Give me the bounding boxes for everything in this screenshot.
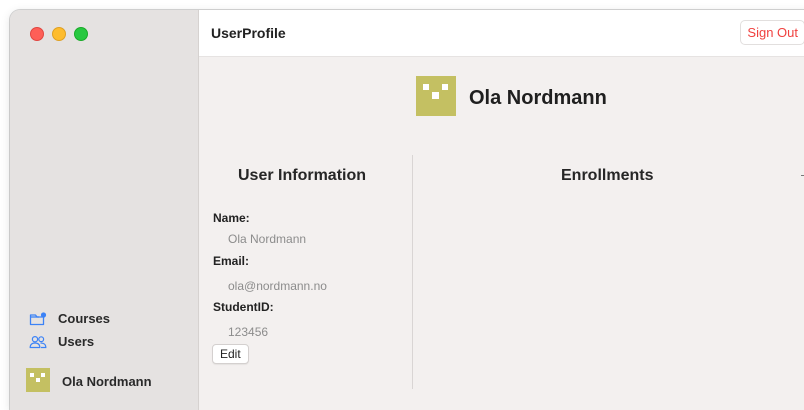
window-controls	[30, 27, 88, 41]
profile-header: Ola Nordmann	[416, 76, 607, 121]
sidebar-item-courses[interactable]: Courses	[28, 311, 110, 326]
sidebar-item-label: Courses	[58, 311, 111, 326]
close-window-button[interactable]	[30, 27, 44, 41]
sidebar-item-label: Users	[58, 334, 95, 349]
sign-out-button[interactable]: Sign Out	[740, 20, 804, 45]
sidebar-current-user[interactable]: Ola Nordmann	[26, 368, 152, 395]
profile-name: Ola Nordmann	[469, 87, 607, 109]
enrollments-title: Enrollments	[561, 167, 654, 184]
column-divider	[412, 155, 413, 389]
sidebar-user-name: Ola Nordmann	[62, 374, 152, 389]
name-value: Ola Nordmann	[228, 232, 307, 246]
edit-button[interactable]: Edit	[212, 344, 249, 364]
zoom-window-button[interactable]	[74, 27, 88, 41]
student-id-label: StudentID:	[213, 300, 274, 314]
folder-badge-icon	[28, 311, 48, 326]
avatar-icon	[26, 368, 50, 395]
minimize-window-button[interactable]	[52, 27, 66, 41]
user-information-title: User Information	[238, 167, 367, 184]
sidebar-item-users[interactable]: Users	[28, 334, 94, 349]
profile-content: Ola Nordmann User Information Enrollment…	[199, 57, 804, 410]
app-window: Courses Users Ola Nordmann UserProfile S…	[10, 10, 804, 410]
student-id-value: 123456	[228, 325, 269, 339]
email-label: Email:	[213, 254, 250, 268]
window-title: UserProfile	[211, 25, 286, 41]
toolbar: UserProfile Sign Out	[199, 10, 804, 57]
avatar	[416, 76, 456, 121]
sidebar: Courses Users Ola Nordmann	[10, 10, 199, 410]
email-value: ola@nordmann.no	[228, 279, 327, 293]
name-label: Name:	[213, 211, 250, 225]
people-icon	[28, 335, 48, 349]
